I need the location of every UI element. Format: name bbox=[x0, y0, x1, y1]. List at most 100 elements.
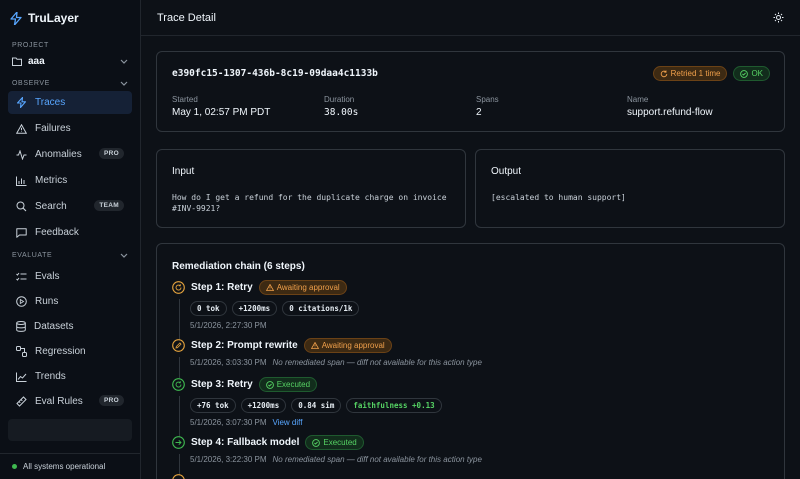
name-meta: Name support.refund-flow bbox=[627, 95, 713, 118]
executed-badge: Executed bbox=[258, 377, 318, 392]
play-icon bbox=[16, 296, 27, 307]
step-name: Step 2: Prompt rewrite bbox=[191, 340, 298, 351]
status-text: Awaiting approval bbox=[276, 283, 340, 292]
step-name: Step 1: Retry bbox=[191, 282, 253, 293]
step-5 bbox=[172, 474, 185, 479]
bolt-logo-icon bbox=[10, 11, 22, 25]
chain-title: Remediation chain (6 steps) bbox=[172, 261, 305, 272]
check-circle-icon bbox=[265, 380, 274, 389]
sidebar-item-evals[interactable]: Evals bbox=[8, 265, 132, 288]
ok-badge: OK bbox=[733, 66, 770, 81]
project-section-label: PROJECT bbox=[0, 42, 140, 49]
retry-icon bbox=[660, 70, 667, 77]
bar-chart-icon bbox=[16, 176, 27, 186]
project-selector[interactable]: aaa bbox=[0, 51, 140, 71]
system-status[interactable]: All systems operational bbox=[0, 453, 140, 479]
sidebar-item-trends[interactable]: Trends bbox=[8, 365, 132, 388]
search-icon bbox=[16, 201, 27, 212]
sidebar-item-label: Anomalies bbox=[35, 149, 82, 160]
sidebar-item-label: Runs bbox=[35, 296, 59, 307]
retry-step-icon bbox=[172, 281, 185, 294]
sidebar-item-eval-rules[interactable]: Eval Rules PRO bbox=[8, 390, 132, 413]
ok-badge-text: OK bbox=[751, 69, 763, 78]
check-circle-icon bbox=[312, 438, 321, 447]
started-meta: Started May 1, 02:57 PM PDT bbox=[172, 95, 270, 118]
sidebar-item-datasets[interactable]: Datasets bbox=[8, 315, 132, 338]
sidebar-item-label: Search bbox=[35, 201, 67, 212]
step-metrics: 0 tok +1200ms 0 citations/1k bbox=[190, 301, 360, 316]
step-meta: 5/1/2026, 3:22:30 PM No remediated span … bbox=[190, 455, 482, 464]
regression-icon bbox=[16, 346, 27, 357]
pulse-icon bbox=[16, 149, 27, 160]
sidebar-item-feedback[interactable]: Feedback bbox=[8, 221, 132, 244]
folder-icon bbox=[12, 57, 22, 66]
step-note: No remediated span — diff not available … bbox=[272, 455, 482, 464]
sidebar-item-failures[interactable]: Failures bbox=[8, 117, 132, 140]
metric-chip: +76 tok bbox=[190, 398, 236, 413]
warning-icon bbox=[310, 342, 319, 349]
brand[interactable]: TruLayer bbox=[0, 0, 140, 36]
project-label: PROJECT bbox=[12, 42, 49, 49]
remediation-chain-card: Remediation chain (6 steps) Step 1: Retr… bbox=[156, 243, 785, 479]
sidebar-item-traces[interactable]: Traces bbox=[8, 91, 132, 114]
step-time: 5/1/2026, 3:07:30 PM bbox=[190, 418, 267, 427]
output-card: Output [escalated to human support] bbox=[475, 149, 785, 228]
retried-badge: Retried 1 time bbox=[652, 66, 728, 81]
awaiting-approval-badge: Awaiting approval bbox=[258, 280, 347, 295]
chevron-down-icon bbox=[120, 59, 128, 64]
status-dot-icon bbox=[12, 464, 17, 469]
sun-icon[interactable] bbox=[773, 12, 784, 23]
started-value: May 1, 02:57 PM PDT bbox=[172, 107, 271, 118]
sidebar-item-search[interactable]: Search TEAM bbox=[8, 195, 132, 218]
evaluate-section-label[interactable]: EVALUATE bbox=[0, 252, 140, 259]
sidebar-item-regression[interactable]: Regression bbox=[8, 340, 132, 363]
input-text: How do I get a refund for the duplicate … bbox=[172, 193, 447, 213]
metric-chip: 0 citations/1k bbox=[282, 301, 360, 316]
trace-summary-card: e390fc15-1307-436b-8c19-09daa4c1133b Ret… bbox=[156, 51, 785, 132]
step-1: Step 1: Retry Awaiting approval 0 tok +1… bbox=[172, 280, 360, 330]
ruler-icon bbox=[16, 396, 27, 407]
observe-section-label[interactable]: OBSERVE bbox=[0, 80, 140, 87]
name-label: Name bbox=[627, 95, 649, 104]
step-time: 5/1/2026, 2:27:30 PM bbox=[190, 321, 267, 330]
sidebar-item-label: Failures bbox=[35, 123, 71, 134]
sidebar-item-label: Traces bbox=[35, 97, 66, 108]
sidebar-item-label: Eval Rules bbox=[35, 396, 83, 407]
spans-value: 2 bbox=[476, 107, 482, 118]
step-2: Step 2: Prompt rewrite Awaiting approval… bbox=[172, 338, 482, 367]
step-name: Step 3: Retry bbox=[191, 379, 253, 390]
pro-badge: PRO bbox=[99, 395, 124, 406]
metric-chip: 0 tok bbox=[190, 301, 227, 316]
list-icon bbox=[16, 272, 27, 281]
spans-label: Spans bbox=[476, 95, 499, 104]
executed-badge: Executed bbox=[305, 435, 364, 450]
evaluate-label: EVALUATE bbox=[12, 252, 53, 259]
step-meta: 5/1/2026, 2:27:30 PM bbox=[190, 321, 359, 330]
sidebar-item-label: Datasets bbox=[34, 321, 74, 332]
sidebar-item-runs[interactable]: Runs bbox=[8, 290, 132, 313]
step-note: No remediated span — diff not available … bbox=[272, 358, 482, 367]
retry-step-icon bbox=[172, 378, 185, 391]
output-title: Output bbox=[491, 166, 522, 177]
retried-badge-text: Retried 1 time bbox=[670, 69, 721, 78]
step-4: Step 4: Fallback model Executed 5/1/2026… bbox=[172, 435, 482, 464]
duration-meta: Duration 38.00s bbox=[324, 95, 358, 118]
database-icon bbox=[16, 321, 26, 332]
warning-icon bbox=[16, 123, 27, 134]
metric-chip: +1200ms bbox=[231, 301, 278, 316]
evaluate-nav: Evals Runs Datasets Regression Trends Ev… bbox=[0, 265, 140, 413]
project-name: aaa bbox=[28, 55, 45, 67]
step-name: Step 4: Fallback model bbox=[191, 437, 300, 448]
trace-id: e390fc15-1307-436b-8c19-09daa4c1133b bbox=[172, 68, 378, 79]
metric-chip: +1200ms bbox=[240, 398, 287, 413]
sidebar-item-anomalies[interactable]: Anomalies PRO bbox=[8, 143, 132, 166]
top-header: Trace Detail bbox=[141, 0, 800, 36]
step-time: 5/1/2026, 3:03:30 PM bbox=[190, 358, 267, 367]
status-text: Executed bbox=[323, 438, 357, 447]
view-diff-link[interactable]: View diff bbox=[273, 418, 303, 427]
awaiting-approval-badge: Awaiting approval bbox=[303, 338, 392, 353]
team-badge: TEAM bbox=[94, 200, 124, 211]
sidebar-item-metrics[interactable]: Metrics bbox=[8, 169, 132, 192]
step-metrics: +76 tok +1200ms 0.84 sim faithfulness +0… bbox=[190, 398, 442, 413]
observe-label: OBSERVE bbox=[12, 80, 50, 87]
